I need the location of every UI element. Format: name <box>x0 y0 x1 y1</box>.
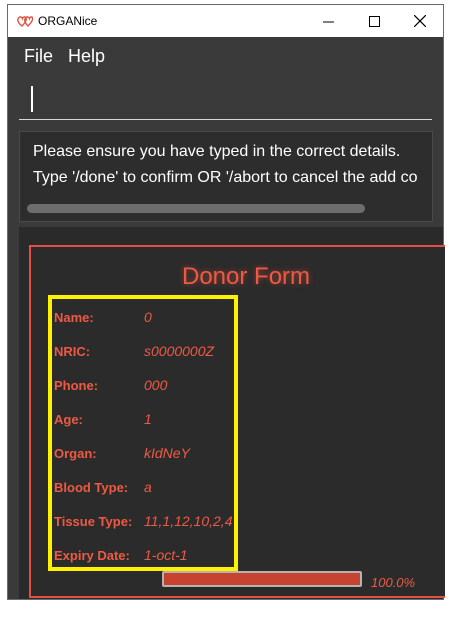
result-line-1: Please ensure you have typed in the corr… <box>33 143 401 160</box>
menu-help[interactable]: Help <box>68 46 105 67</box>
minimize-icon <box>322 21 334 22</box>
text-caret <box>31 86 33 112</box>
window-title: ORGANice <box>38 14 98 28</box>
progress-bar <box>162 571 362 587</box>
form-title: Donor Form <box>182 263 311 290</box>
highlight-box <box>48 295 238 571</box>
minimize-button[interactable] <box>305 5 351 37</box>
command-input[interactable] <box>19 82 432 120</box>
maximize-icon <box>368 15 380 27</box>
maximize-button[interactable] <box>351 5 397 37</box>
result-display[interactable]: Please ensure you have typed in the corr… <box>19 131 433 222</box>
progress-text: 100.0% <box>371 575 416 590</box>
progress-fill <box>164 573 360 585</box>
result-line-2: Type '/done' to confirm OR '/abort to ca… <box>33 169 418 186</box>
close-icon <box>414 15 426 27</box>
menu-file[interactable]: File <box>24 46 53 67</box>
heart-pair-icon <box>17 16 33 27</box>
horizontal-scrollbar[interactable] <box>27 204 365 213</box>
title-bar[interactable]: ORGANice <box>8 5 443 37</box>
close-button[interactable] <box>397 5 443 37</box>
